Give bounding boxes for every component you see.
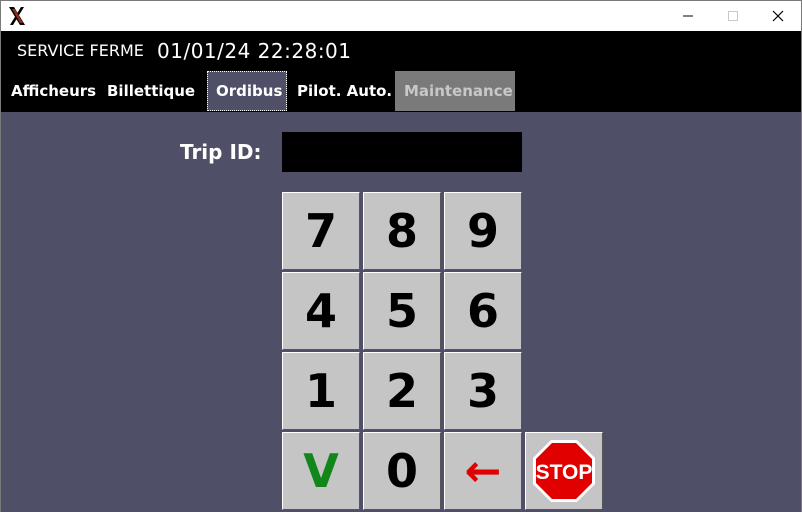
key-8[interactable]: 8 (363, 192, 441, 270)
tab-afficheurs[interactable]: Afficheurs (1, 71, 102, 111)
ordibus-panel: Trip ID: 7 8 9 4 5 6 1 2 3 V 0 ← STOP (1, 112, 801, 512)
service-state-label: SERVICE FERME (17, 41, 144, 60)
key-0[interactable]: 0 (363, 432, 441, 510)
key-1[interactable]: 1 (282, 352, 360, 430)
maximize-icon (727, 7, 739, 26)
validate-button[interactable]: V (282, 432, 360, 510)
tab-billettique[interactable]: Billettique (102, 71, 207, 111)
title-bar (1, 1, 801, 31)
tab-pilot-auto[interactable]: Pilot. Auto. (287, 71, 395, 111)
tab-maintenance: Maintenance (395, 71, 515, 111)
stop-button[interactable]: STOP (525, 432, 603, 510)
trip-id-input[interactable] (282, 132, 522, 172)
backspace-button[interactable]: ← (444, 432, 522, 510)
close-icon (772, 7, 784, 26)
status-header: SERVICE FERME 01/01/24 22:28:01 Afficheu… (1, 31, 801, 112)
minimize-icon (682, 7, 694, 26)
key-7[interactable]: 7 (282, 192, 360, 270)
key-4[interactable]: 4 (282, 272, 360, 350)
x-logo-icon (8, 6, 26, 26)
key-5[interactable]: 5 (363, 272, 441, 350)
maximize-button[interactable] (710, 1, 756, 31)
close-button[interactable] (755, 1, 801, 31)
minimize-button[interactable] (665, 1, 711, 31)
stop-sign-icon: STOP (533, 440, 595, 502)
key-3[interactable]: 3 (444, 352, 522, 430)
stop-label: STOP (536, 461, 593, 484)
key-6[interactable]: 6 (444, 272, 522, 350)
trip-id-label: Trip ID: (180, 140, 262, 164)
key-9[interactable]: 9 (444, 192, 522, 270)
key-2[interactable]: 2 (363, 352, 441, 430)
datetime-display: 01/01/24 22:28:01 (157, 39, 352, 63)
app-window: SERVICE FERME 01/01/24 22:28:01 Afficheu… (0, 0, 802, 512)
tab-bar: Afficheurs Billettique Ordibus Pilot. Au… (1, 71, 515, 111)
tab-ordibus[interactable]: Ordibus (207, 71, 287, 111)
